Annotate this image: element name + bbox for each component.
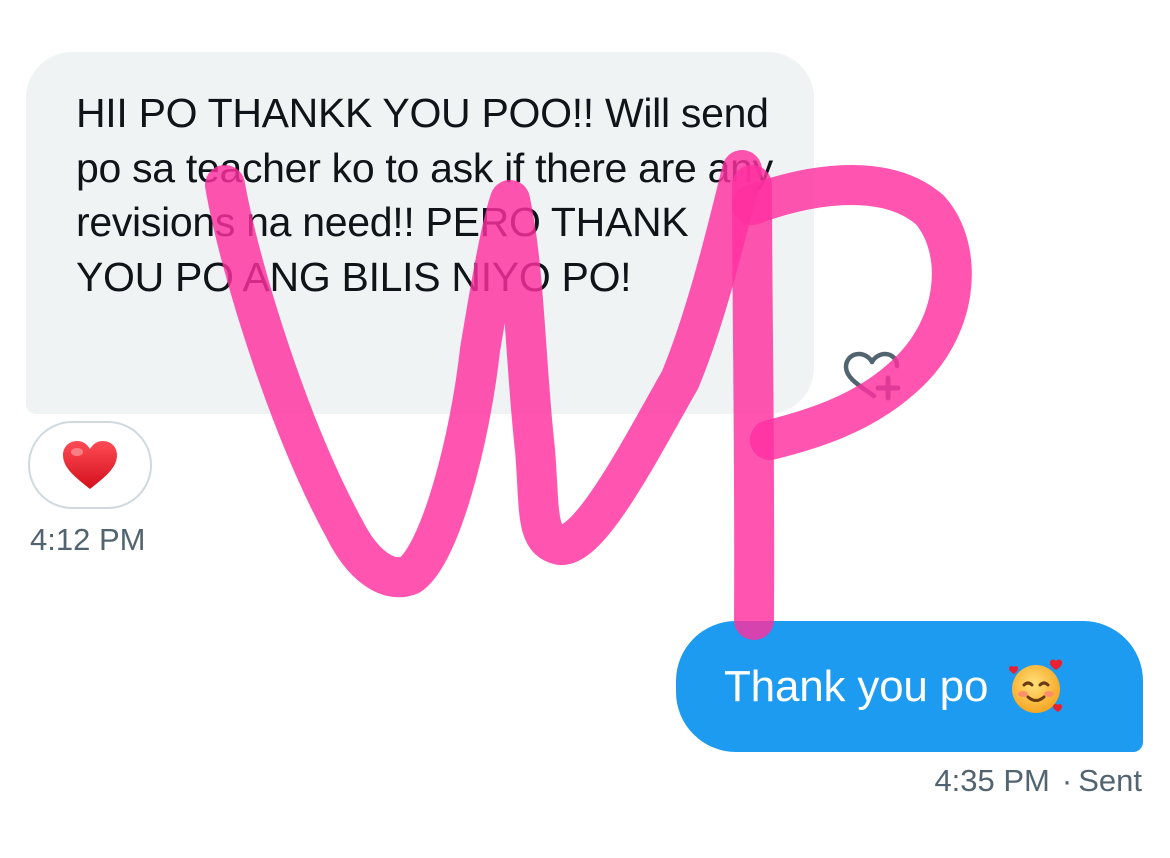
red-heart-emoji-icon: [63, 441, 117, 489]
reaction-pill[interactable]: [28, 421, 152, 509]
meta-separator-dot: ·: [1061, 763, 1073, 798]
sent-message-text: Thank you po: [724, 661, 989, 711]
received-message-bubble[interactable]: HII PO THANKK YOU POO!! Will send po sa …: [26, 52, 814, 414]
received-message-text: HII PO THANKK YOU POO!! Will send po sa …: [76, 90, 773, 300]
sent-status: Sent: [1078, 763, 1142, 798]
heart-plus-icon: [843, 351, 901, 401]
sent-timestamp: 4:35 PM: [934, 763, 1050, 798]
smiling-face-with-hearts-icon: [1009, 659, 1063, 713]
received-timestamp: 4:12 PM: [30, 522, 146, 557]
add-reaction-button[interactable]: [840, 350, 904, 406]
sent-message-bubble[interactable]: Thank you po: [676, 621, 1143, 752]
sent-message-meta: 4:35 PM · Sent: [934, 763, 1142, 799]
